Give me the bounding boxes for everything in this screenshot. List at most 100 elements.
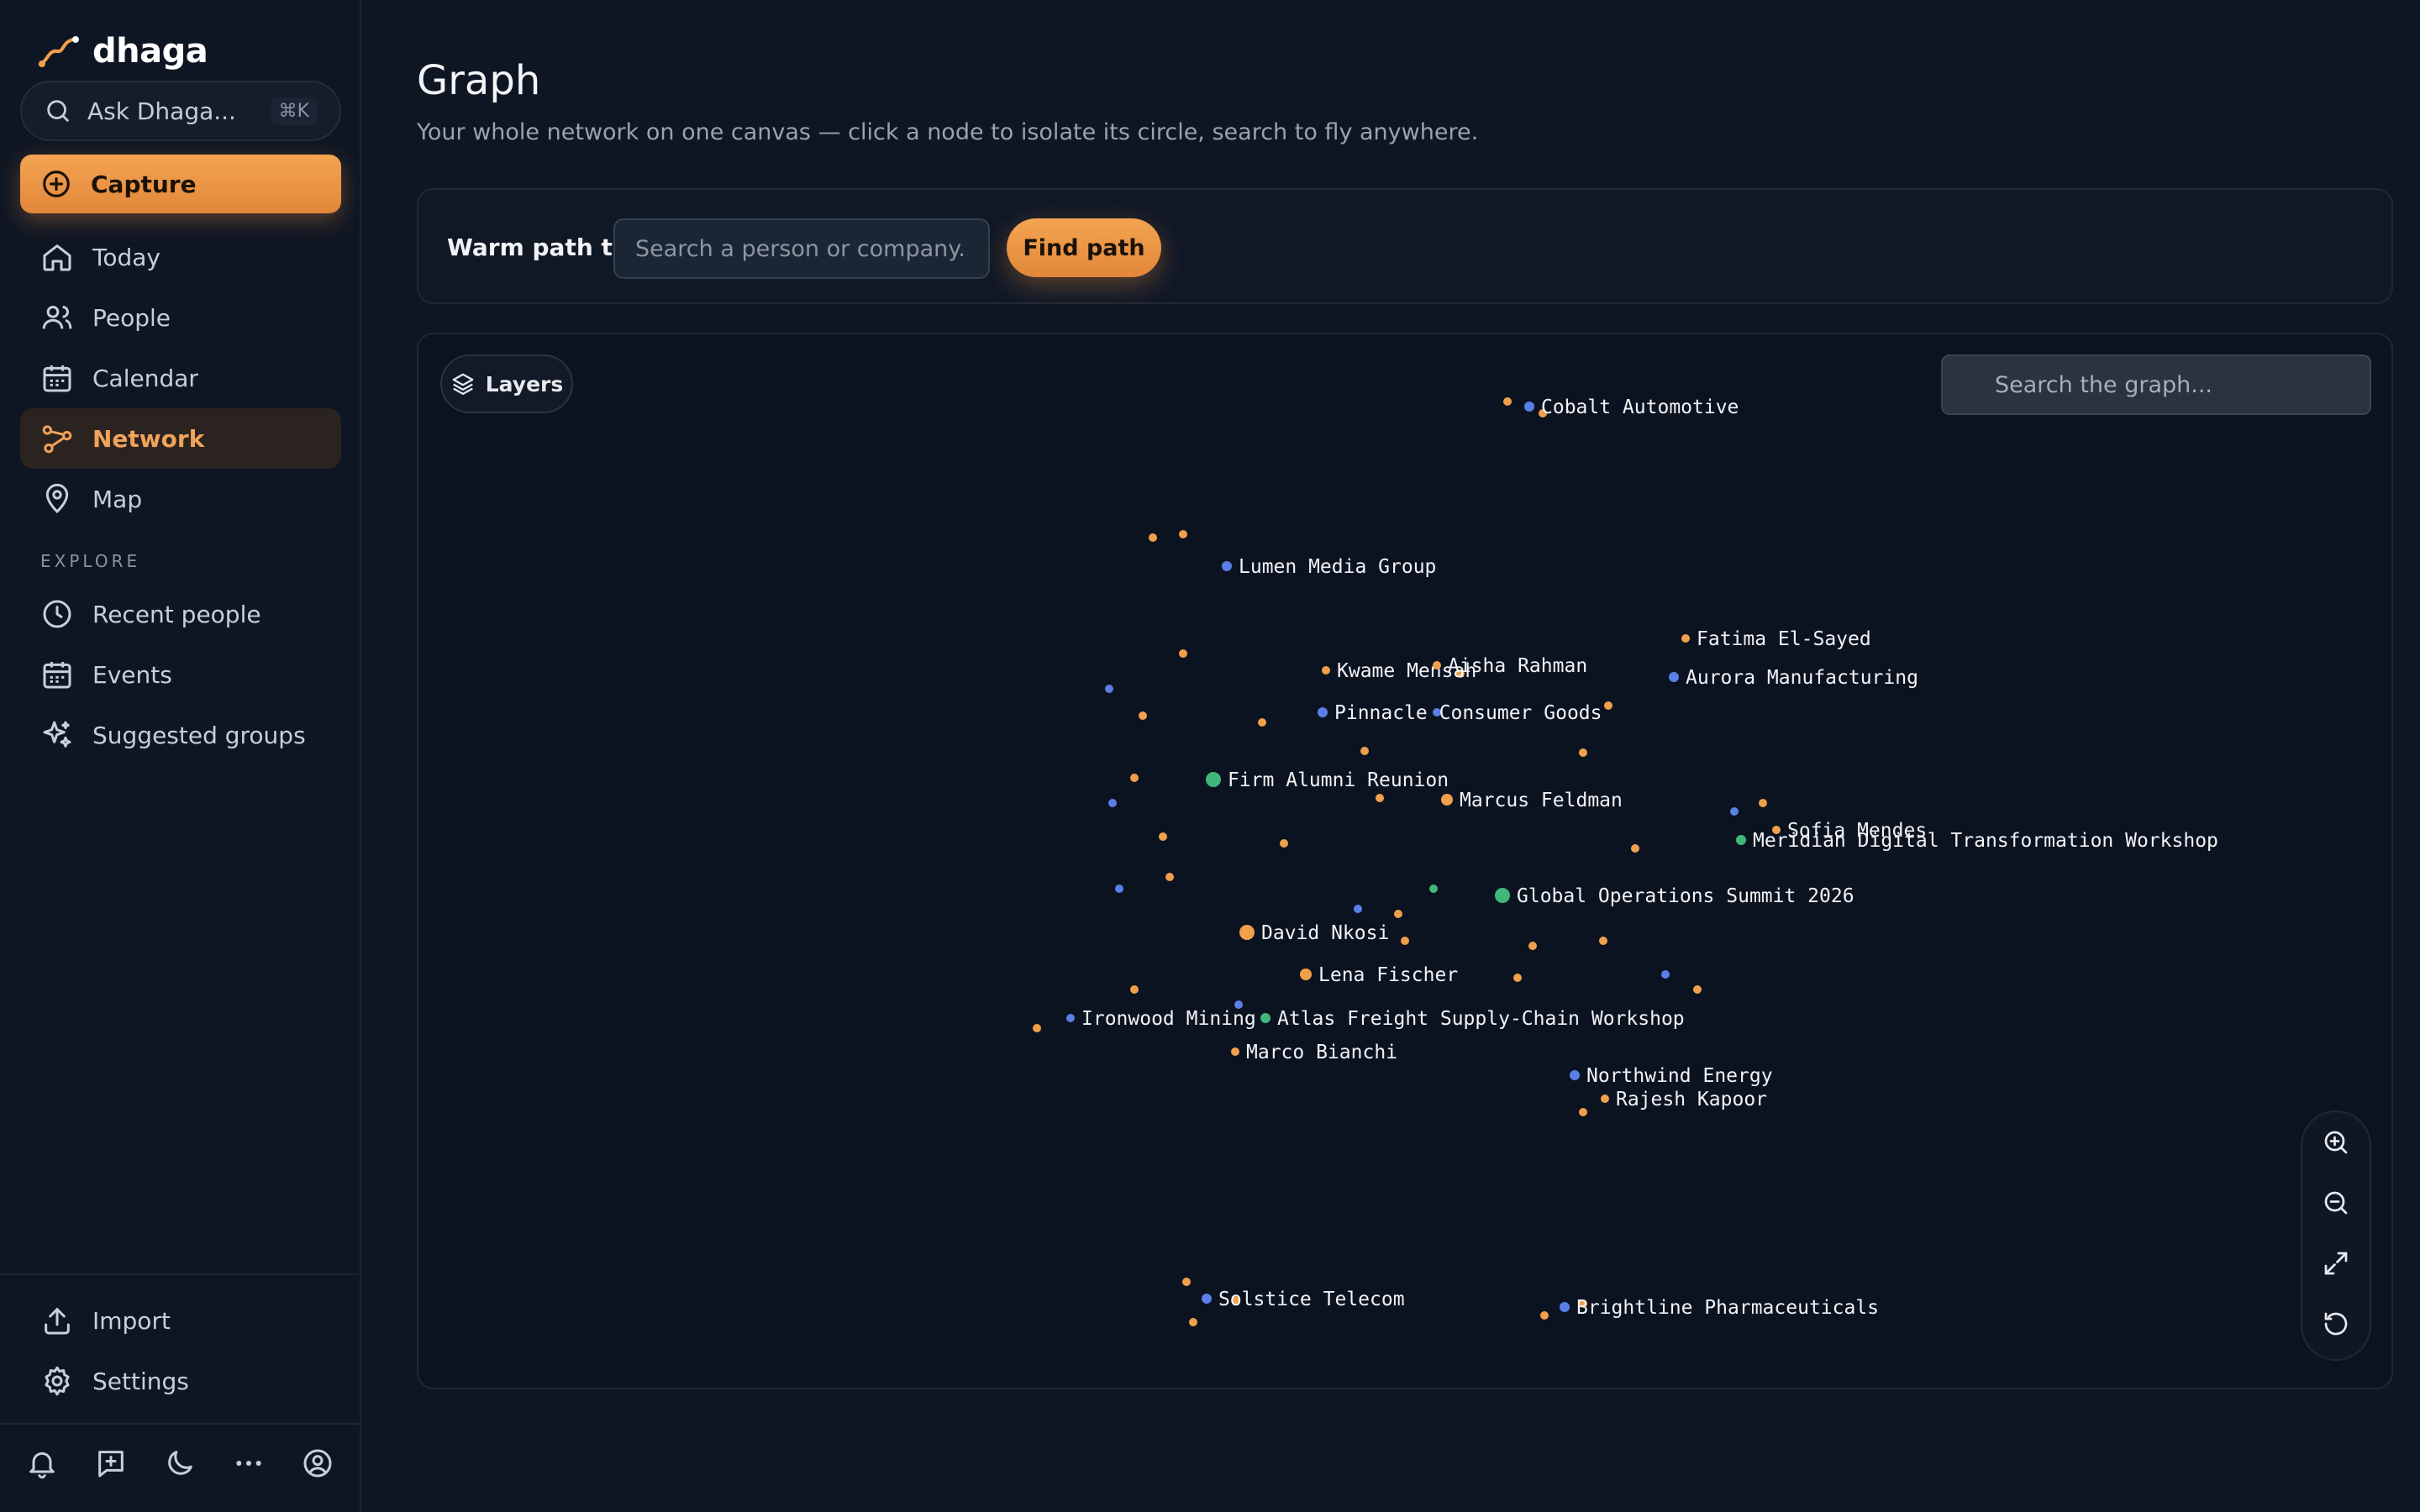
graph-node-dot[interactable] (1524, 402, 1534, 412)
warm-path-search-input[interactable] (613, 218, 990, 279)
graph-node-person[interactable] (1179, 530, 1187, 538)
nav-item-events[interactable]: Events (20, 644, 341, 705)
graph-node-person[interactable] (1360, 747, 1369, 755)
app-logo[interactable]: dhaga (37, 32, 208, 71)
graph-node-person[interactable]: David Nkosi (1239, 922, 1389, 944)
find-path-button[interactable]: Find path (1007, 218, 1161, 277)
graph-node-person[interactable] (1394, 910, 1402, 918)
graph-node-dot[interactable] (1300, 969, 1312, 980)
graph-node-dot[interactable] (1202, 1294, 1212, 1304)
capture-button[interactable]: Capture (20, 155, 341, 213)
zoom-out-icon[interactable] (2321, 1188, 2351, 1218)
nav-item-suggested-groups[interactable]: Suggested groups (20, 705, 341, 765)
graph-node-company[interactable]: Lumen Media Group (1222, 556, 1436, 578)
graph-node-event[interactable]: Atlas Freight Supply-Chain Workshop (1260, 1008, 1685, 1030)
graph-node-person[interactable] (1579, 748, 1587, 757)
zoom-in-icon[interactable] (2321, 1127, 2351, 1158)
graph-node-dot[interactable] (1441, 794, 1453, 806)
graph-node-person[interactable] (1258, 718, 1266, 727)
nav-item-people[interactable]: People (20, 287, 341, 348)
graph-node-person[interactable] (1604, 701, 1612, 710)
nav-item-today[interactable]: Today (20, 227, 341, 287)
graph-node-person[interactable]: Lena Fischer (1300, 964, 1458, 986)
reset-icon[interactable] (2321, 1309, 2351, 1339)
graph-node-dot[interactable] (1433, 661, 1441, 669)
graph-node-dot[interactable] (1570, 1070, 1580, 1080)
layers-button[interactable]: Layers (440, 354, 573, 413)
moon-icon[interactable] (163, 1446, 197, 1480)
nav-item-import[interactable]: Import (20, 1290, 341, 1351)
graph-node-dot[interactable] (1239, 925, 1255, 940)
graph-node-person[interactable]: Aisha Rahman (1433, 655, 1587, 677)
graph-node-person[interactable] (1631, 844, 1639, 853)
graph-node-person[interactable] (1693, 985, 1702, 994)
graph-node-person[interactable] (1280, 839, 1288, 848)
nav-item-calendar[interactable]: Calendar (20, 348, 341, 408)
graph-node-event[interactable]: Firm Alumni Reunion (1206, 769, 1449, 791)
graph-node-person[interactable] (1130, 774, 1139, 782)
graph-node-company[interactable]: Cobalt Automotive (1524, 396, 1739, 418)
graph-node-person[interactable] (1579, 1108, 1587, 1116)
graph-node-person[interactable] (1503, 397, 1512, 406)
graph-node-person[interactable] (1189, 1318, 1197, 1326)
graph-node-person[interactable]: Rajesh Kapoor (1601, 1089, 1767, 1110)
graph-node-person[interactable] (1513, 974, 1522, 982)
graph-node-company[interactable]: Ironwood Mining (1066, 1008, 1256, 1030)
graph-node-person[interactable] (1130, 985, 1139, 994)
graph-search-input[interactable] (1941, 354, 2371, 415)
graph-node-person[interactable] (1139, 711, 1147, 720)
graph-node-company[interactable] (1105, 685, 1113, 693)
graph-node-person[interactable] (1159, 832, 1167, 841)
graph-node-dot[interactable] (1206, 772, 1221, 787)
graph-node-dot[interactable] (1736, 835, 1746, 845)
graph-node-company[interactable]: Solstice Telecom (1202, 1289, 1405, 1310)
graph-node-dot[interactable] (1669, 672, 1679, 682)
graph-node-dot[interactable] (1222, 561, 1232, 571)
nav-item-map[interactable]: Map (20, 469, 341, 529)
graph-node-dot[interactable] (1560, 1302, 1570, 1312)
graph-node-person[interactable]: Marco Bianchi (1231, 1042, 1397, 1063)
ask-dhaga-search[interactable]: Ask Dhaga... ⌘K (20, 81, 341, 141)
graph-node-person[interactable]: Fatima El-Sayed (1681, 628, 1871, 650)
graph-node-dot[interactable] (1260, 1013, 1270, 1023)
graph-node-company[interactable] (1730, 807, 1739, 816)
graph-node-person[interactable] (1149, 533, 1157, 542)
network-graph[interactable]: Cobalt Automotive Lumen Media Group Fatima… (418, 334, 2393, 1389)
graph-canvas[interactable]: Cobalt Automotive Lumen Media Group Fatima… (417, 333, 2393, 1389)
graph-node-person[interactable] (1182, 1278, 1191, 1286)
graph-node-event[interactable]: Meridian Digital Transformation Workshop (1736, 830, 2218, 852)
graph-node-person[interactable] (1528, 942, 1537, 950)
more-icon[interactable] (232, 1446, 266, 1480)
graph-node-person[interactable] (1759, 799, 1767, 807)
graph-node-person[interactable] (1179, 649, 1187, 658)
graph-node-person[interactable] (1165, 873, 1174, 881)
graph-node-company[interactable]: Pinnacle Consumer Goods (1318, 702, 1602, 724)
graph-node-company[interactable]: Northwind Energy (1570, 1065, 1773, 1087)
graph-node-company[interactable]: Aurora Manufacturing (1669, 667, 1918, 689)
graph-node-company[interactable] (1115, 885, 1123, 893)
nav-item-network[interactable]: Network (20, 408, 341, 469)
graph-node-dot[interactable] (1322, 666, 1330, 675)
graph-node-event[interactable] (1429, 885, 1438, 893)
nav-item-recent-people[interactable]: Recent people (20, 584, 341, 644)
fit-view-icon[interactable] (2321, 1248, 2351, 1278)
graph-node-person[interactable]: Marcus Feldman (1441, 790, 1623, 811)
graph-node-dot[interactable] (1318, 707, 1328, 717)
graph-node-dot[interactable] (1231, 1047, 1239, 1056)
graph-node-company[interactable] (1661, 970, 1670, 979)
graph-node-person[interactable] (1599, 937, 1607, 945)
graph-node-dot[interactable] (1066, 1014, 1075, 1022)
graph-node-person[interactable] (1401, 937, 1409, 945)
graph-node-person[interactable] (1033, 1024, 1041, 1032)
graph-node-person[interactable] (1540, 1311, 1549, 1320)
graph-node-person[interactable] (1376, 794, 1384, 802)
graph-node-dot[interactable] (1495, 888, 1510, 903)
graph-node-dot[interactable] (1601, 1095, 1609, 1103)
graph-node-company[interactable] (1354, 905, 1362, 913)
account-icon[interactable] (301, 1446, 334, 1480)
graph-node-dot[interactable] (1681, 634, 1690, 643)
graph-node-company[interactable] (1108, 799, 1117, 807)
graph-node-company[interactable]: Brightline Pharmaceuticals (1560, 1297, 1879, 1319)
bell-icon[interactable] (25, 1446, 59, 1480)
nav-item-settings[interactable]: Settings (20, 1351, 341, 1411)
